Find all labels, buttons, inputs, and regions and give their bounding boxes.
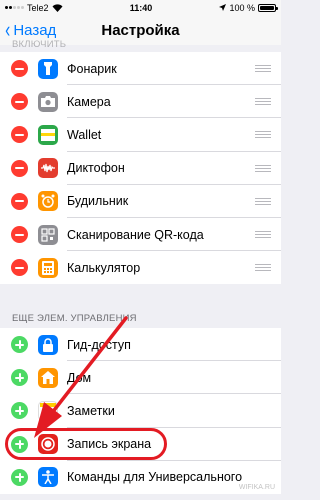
list-item-label: Запись экрана [67, 437, 152, 452]
list-item-label: Сканирование QR-кода [67, 227, 204, 242]
battery-percent: 100 % [229, 2, 255, 13]
list-item: Сканирование QR-кода [0, 218, 281, 252]
reorder-handle[interactable] [255, 65, 271, 73]
qr-code-icon [38, 224, 58, 245]
reorder-handle[interactable] [255, 264, 271, 272]
notes-icon [38, 400, 58, 421]
reorder-handle[interactable] [255, 131, 271, 139]
list-item: Заметки [0, 394, 281, 428]
included-controls-list: Фонарик Камера Wallet Диктофон Будильник… [0, 52, 281, 285]
voice-memo-icon [38, 158, 58, 179]
add-button[interactable] [11, 336, 28, 354]
list-item-label: Гид-доступ [67, 337, 131, 352]
add-button[interactable] [11, 435, 28, 453]
list-item-label: Фонарик [67, 61, 117, 76]
list-item: Диктофон [0, 152, 281, 185]
wifi-icon [52, 3, 63, 12]
list-item: Гид-доступ [0, 328, 281, 362]
accessibility-icon [38, 467, 58, 488]
remove-button[interactable] [11, 60, 28, 78]
list-item-label: Wallet [67, 127, 102, 142]
list-item: Будильник [0, 185, 281, 218]
list-item: Фонарик [0, 52, 281, 86]
alarm-clock-icon [38, 191, 58, 212]
list-item-label: Заметки [67, 403, 115, 418]
status-bar: Tele2 11:40 100 % [0, 0, 281, 15]
remove-button[interactable] [11, 259, 28, 277]
reorder-handle[interactable] [255, 231, 271, 239]
list-item: Калькулятор [0, 251, 281, 284]
add-button[interactable] [11, 402, 28, 420]
back-button[interactable]: ‹ Назад [4, 19, 56, 41]
list-item-label: Калькулятор [67, 260, 141, 275]
back-button-label: Назад [13, 21, 57, 39]
more-controls-list: Гид-доступ Дом Заметки Запись экрана Ком… [0, 328, 281, 494]
remove-button[interactable] [11, 159, 28, 177]
remove-button[interactable] [11, 93, 28, 111]
calculator-icon [38, 257, 58, 278]
list-item: Запись экрана [0, 428, 281, 461]
screen-recording-icon [38, 434, 58, 455]
status-time: 11:40 [129, 2, 153, 13]
status-right: 100 % [219, 2, 278, 13]
watermark: WIFIKA.RU [238, 484, 275, 491]
flashlight-icon [38, 58, 58, 79]
list-item-label: Диктофон [67, 161, 125, 176]
battery-icon [257, 3, 278, 12]
list-item-label: Команды для Универсального [67, 470, 243, 485]
add-button[interactable] [11, 369, 28, 387]
list-item-label: Дом [67, 370, 92, 385]
add-button[interactable] [11, 468, 28, 486]
wallet-icon [38, 124, 58, 145]
list-item-label: Будильник [67, 194, 129, 209]
remove-button[interactable] [11, 192, 28, 210]
remove-button[interactable] [11, 226, 28, 244]
carrier-name: Tele2 [27, 2, 49, 13]
remove-button[interactable] [11, 126, 28, 144]
reorder-handle[interactable] [255, 164, 271, 172]
home-icon [38, 367, 58, 388]
chevron-left-icon: ‹ [5, 17, 11, 42]
guided-access-icon [38, 334, 58, 355]
section-header-included: ВКЛЮЧИТЬ [12, 39, 67, 50]
signal-strength-icon [5, 6, 24, 9]
list-item: Дом [0, 361, 281, 395]
reorder-handle[interactable] [255, 197, 271, 205]
status-left: Tele2 [5, 3, 63, 13]
reorder-handle[interactable] [255, 98, 271, 106]
location-icon [219, 4, 227, 11]
list-item: Камера [0, 85, 281, 119]
section-header-more: ЕЩЕ ЭЛЕМ. УПРАВЛЕНИЯ [12, 313, 137, 324]
camera-icon [38, 91, 58, 112]
list-item-label: Камера [67, 94, 111, 109]
list-item: Wallet [0, 118, 281, 152]
